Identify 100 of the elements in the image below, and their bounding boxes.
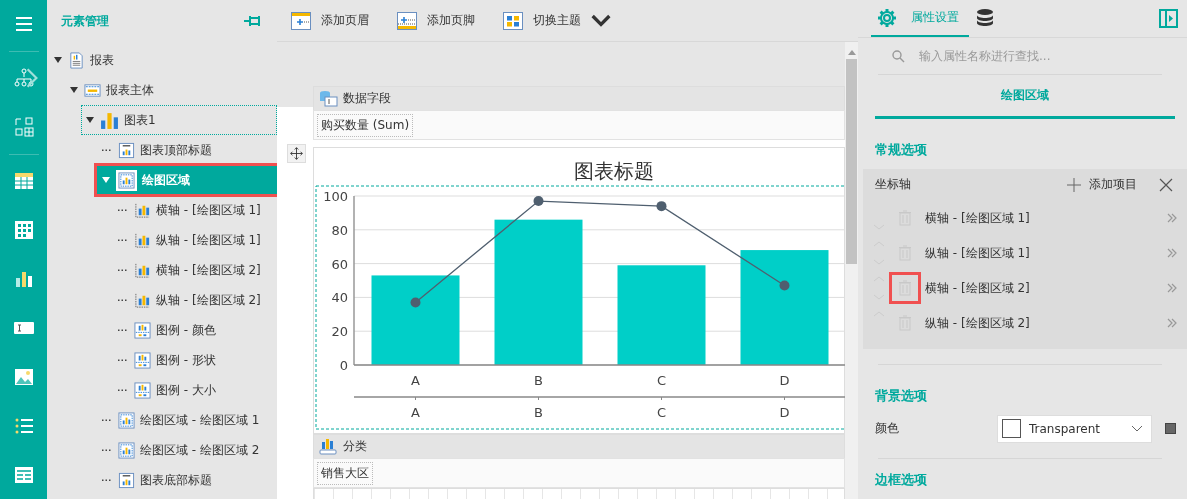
tree-item[interactable]: 图表顶部标题 (97, 135, 277, 165)
hierarchy-icon (12, 67, 35, 90)
delete-button[interactable] (889, 272, 921, 305)
collapse-triangle-icon[interactable] (85, 116, 95, 124)
line-point (533, 196, 544, 207)
legend-icon (134, 321, 151, 339)
x-tick-label: A (411, 373, 420, 388)
tree-dots-icon (101, 148, 113, 152)
plus-icon (1067, 177, 1081, 192)
add-item-button[interactable]: 添加项目 (1067, 176, 1151, 194)
pin-icon[interactable] (243, 14, 263, 28)
axis-icon (134, 291, 151, 309)
tree-dots-icon (117, 298, 129, 302)
y-tick-label: 80 (331, 222, 348, 238)
axis-item-label: 横轴 - [绘图区域 1] (925, 209, 1031, 227)
axis-item-label: 纵轴 - [绘图区域 2] (925, 314, 1031, 332)
tree-item[interactable]: 图例 - 大小 (113, 375, 277, 405)
x-tick-label: B (534, 373, 543, 388)
search-field[interactable]: 输入属性名称进行查找... (917, 48, 1162, 65)
y-tick-label: 0 (339, 358, 348, 373)
x-tick-label: D (779, 405, 790, 420)
field-chip[interactable]: 销售大区 (317, 461, 373, 485)
report-body-icon (84, 81, 101, 99)
y-tick-label: 40 (331, 290, 348, 306)
tree-item[interactable]: 纵轴 - [绘图区域 2] (113, 285, 277, 315)
line-point (656, 201, 667, 212)
tree-dots-icon (117, 358, 129, 362)
plot-area-icon (118, 441, 135, 459)
double-chevron-icon[interactable] (1167, 248, 1177, 259)
y-tick-label: 20 (331, 324, 348, 340)
x-tick-label: D (779, 373, 790, 388)
x-tick-label: A (411, 405, 420, 420)
plot-area-icon (118, 411, 135, 429)
chart-title-icon (118, 141, 135, 159)
search-icon (892, 49, 905, 63)
tree-item[interactable]: 图例 - 形状 (113, 345, 277, 375)
toolbar-button[interactable]: 添加页脚 (397, 11, 475, 30)
tree-dots-icon (117, 268, 129, 272)
tree-dots-icon (117, 208, 129, 212)
tree-item[interactable]: 图表1 (81, 105, 277, 135)
section-title: 数据字段 (343, 90, 391, 107)
settings-icon (877, 7, 897, 28)
color-dropdown[interactable]: Transparent (997, 414, 1152, 443)
double-chevron-icon[interactable] (1167, 283, 1177, 294)
x-tick-label: C (656, 373, 667, 388)
section-title: 分类 (343, 438, 367, 455)
tree-dots-icon (117, 328, 129, 332)
collapse-triangle-icon[interactable] (69, 86, 79, 94)
tree-dots-icon (101, 418, 113, 422)
x-tick-label: C (656, 405, 667, 420)
database-field-icon (319, 90, 338, 107)
section-title: 背景选项 (875, 386, 928, 405)
tree-item[interactable]: 图例 - 颜色 (113, 315, 277, 345)
section-title: 边框选项 (875, 471, 928, 489)
section-title: 常规选项 (875, 140, 928, 159)
scrollbar-thumb[interactable] (846, 59, 857, 264)
tree-item[interactable]: 绘图区域 - 绘图区域 2 (97, 435, 277, 465)
tree-dots-icon (101, 478, 113, 482)
close-icon[interactable] (1159, 177, 1173, 192)
add-header-icon (291, 11, 311, 30)
tree-dots-icon (101, 448, 113, 452)
tree-dots-icon (117, 388, 129, 392)
field-label: 颜色 (875, 420, 900, 438)
y-tick-label: 60 (331, 256, 348, 272)
add-footer-icon (397, 11, 417, 30)
toolbar-button[interactable]: 切换主题 (503, 11, 611, 30)
color-swatch (1002, 419, 1021, 439)
tree-dots-icon (117, 238, 129, 242)
legend-icon (134, 381, 151, 399)
axis-icon (134, 201, 151, 219)
double-chevron-icon[interactable] (1167, 318, 1177, 329)
plot-area-icon (118, 171, 135, 189)
tree-item[interactable]: 绘图区域 - 绘图区域 1 (97, 405, 277, 435)
chart-title-icon (118, 471, 135, 489)
theme-icon (503, 11, 523, 30)
components-icon (12, 116, 35, 139)
database-icon (975, 7, 995, 28)
matrix-icon (12, 219, 35, 242)
x-tick-label: B (534, 405, 543, 420)
collapse-triangle-icon[interactable] (53, 56, 63, 64)
tree-item[interactable]: 报表主体 (65, 75, 277, 105)
chevron-down-icon (1131, 424, 1143, 433)
field-chip[interactable]: 购买数量 (Sum) (317, 113, 414, 137)
color-picker-button[interactable] (1165, 423, 1176, 435)
tree-item[interactable]: 纵轴 - [绘图区域 1] (113, 225, 277, 255)
report-icon (68, 51, 85, 69)
field-label: 坐标轴 (875, 176, 912, 194)
axis-item-label: 纵轴 - [绘图区域 1] (925, 244, 1031, 262)
tree-item[interactable]: 报表 (49, 45, 277, 75)
tree-item[interactable]: 横轴 - [绘图区域 2] (113, 255, 277, 285)
double-chevron-icon[interactable] (1167, 213, 1177, 224)
scroll-up-icon[interactable] (847, 50, 856, 55)
toolbar-button[interactable]: 添加页眉 (291, 11, 369, 30)
properties-heading: 绘图区域 (1001, 86, 1049, 104)
tree-item[interactable]: 图表底部标题 (97, 465, 277, 495)
axis-icon (134, 261, 151, 279)
collapse-panel-icon[interactable] (1159, 9, 1178, 29)
move-handle-icon[interactable] (287, 144, 306, 163)
tree-item[interactable]: 横轴 - [绘图区域 1] (113, 195, 277, 225)
bar-chart-icon (100, 110, 119, 130)
